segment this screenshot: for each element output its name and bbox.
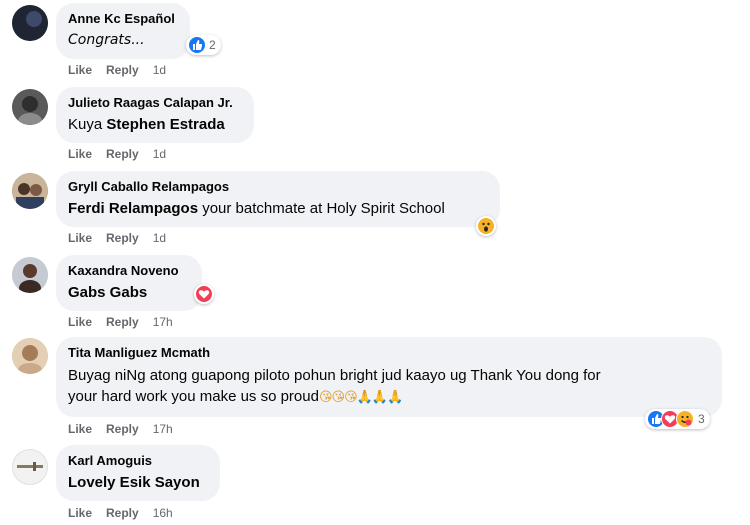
wow-reaction-icon	[478, 218, 494, 234]
comment-actions: Like Reply 17h	[68, 315, 187, 329]
comment-bubble: Gryll Caballo Relampagos Ferdi Relampago…	[56, 171, 500, 227]
comment-bubble: Anne Kc Español Congrats...	[56, 3, 190, 59]
mention-link[interactable]: Ferdi Relampagos	[68, 200, 198, 217]
avatar-icon	[12, 5, 48, 41]
mention-link[interactable]: Lovely Esik Sayon	[68, 474, 200, 491]
comment-text: Ferdi Relampagos your batchmate at Holy …	[68, 198, 488, 219]
comment-author[interactable]: Tita Manliguez Mcmath	[68, 344, 710, 361]
comment-author[interactable]: Anne Kc Español	[68, 10, 178, 27]
comment-author[interactable]: Kaxandra Noveno	[68, 262, 190, 279]
avatar[interactable]	[12, 338, 48, 374]
comment-author[interactable]: Julieto Raagas Calapan Jr.	[68, 94, 242, 111]
avatar[interactable]	[12, 449, 48, 485]
timestamp[interactable]: 16h	[153, 506, 173, 520]
comment-bubble: Tita Manliguez Mcmath Buyag niNg atong g…	[56, 337, 722, 417]
comment-text: Kuya Stephen Estrada	[68, 114, 242, 135]
like-button[interactable]: Like	[68, 63, 92, 77]
reaction-summary[interactable]: 3	[645, 409, 710, 429]
emoji-text: 😘😘😘🙏🙏🙏	[318, 390, 403, 405]
comment-bubble: Karl Amoguis Lovely Esik Sayon	[56, 445, 220, 501]
timestamp[interactable]: 17h	[153, 315, 173, 329]
love-reaction-icon	[196, 286, 212, 302]
comment-text: Buyag niNg atong guapong piloto pohun br…	[68, 365, 710, 408]
comment-actions: Like Reply 1d	[68, 147, 180, 161]
reaction-count: 3	[698, 412, 705, 426]
avatar[interactable]	[12, 173, 48, 209]
reply-button[interactable]: Reply	[106, 63, 139, 77]
comment-text: Gabs Gabs	[68, 282, 190, 303]
comment-bubble: Kaxandra Noveno Gabs Gabs	[56, 255, 202, 311]
like-button[interactable]: Like	[68, 506, 92, 520]
like-button[interactable]: Like	[68, 231, 92, 245]
timestamp[interactable]: 17h	[153, 422, 173, 436]
like-reaction-icon	[189, 37, 205, 53]
avatar-icon	[12, 89, 48, 125]
comment-actions: Like Reply 1d	[68, 63, 180, 77]
timestamp[interactable]: 1d	[153, 147, 166, 161]
reply-button[interactable]: Reply	[106, 315, 139, 329]
like-button[interactable]: Like	[68, 147, 92, 161]
timestamp[interactable]: 1d	[153, 231, 166, 245]
timestamp[interactable]: 1d	[153, 63, 166, 77]
comment-author[interactable]: Gryll Caballo Relampagos	[68, 178, 488, 195]
reaction-summary[interactable]: 2	[186, 35, 221, 55]
comment-actions: Like Reply 16h	[68, 506, 187, 520]
mention-link[interactable]: Gabs Gabs	[68, 284, 147, 301]
comment-text-prefix: Kuya	[68, 116, 107, 133]
avatar[interactable]	[12, 257, 48, 293]
avatar-icon	[12, 173, 48, 209]
mention-link[interactable]: Stephen Estrada	[106, 116, 224, 133]
avatar-icon	[17, 462, 43, 471]
reaction-count: 2	[209, 38, 216, 52]
avatar[interactable]	[12, 5, 48, 41]
avatar[interactable]	[12, 89, 48, 125]
comment-text: Lovely Esik Sayon	[68, 472, 208, 493]
reaction-summary[interactable]	[194, 284, 214, 304]
comment-text-suffix: your batchmate at Holy Spirit School	[198, 200, 445, 217]
comment-actions: Like Reply 1d	[68, 231, 180, 245]
avatar-icon	[12, 338, 48, 374]
comment-text-line-2: your hard work you make us so proud	[68, 388, 319, 405]
reply-button[interactable]: Reply	[106, 147, 139, 161]
like-button[interactable]: Like	[68, 315, 92, 329]
avatar-icon	[12, 257, 48, 293]
reaction-summary[interactable]	[476, 216, 496, 236]
comment-bubble: Julieto Raagas Calapan Jr. Kuya Stephen …	[56, 87, 254, 143]
comment-author[interactable]: Karl Amoguis	[68, 452, 208, 469]
like-button[interactable]: Like	[68, 422, 92, 436]
reply-button[interactable]: Reply	[106, 422, 139, 436]
care-reaction-icon	[676, 410, 694, 428]
reply-button[interactable]: Reply	[106, 231, 139, 245]
comment-actions: Like Reply 17h	[68, 422, 187, 436]
reply-button[interactable]: Reply	[106, 506, 139, 520]
comment-text: Congrats...	[68, 32, 145, 48]
comment-text-line-1: Buyag niNg atong guapong piloto pohun br…	[68, 367, 601, 384]
